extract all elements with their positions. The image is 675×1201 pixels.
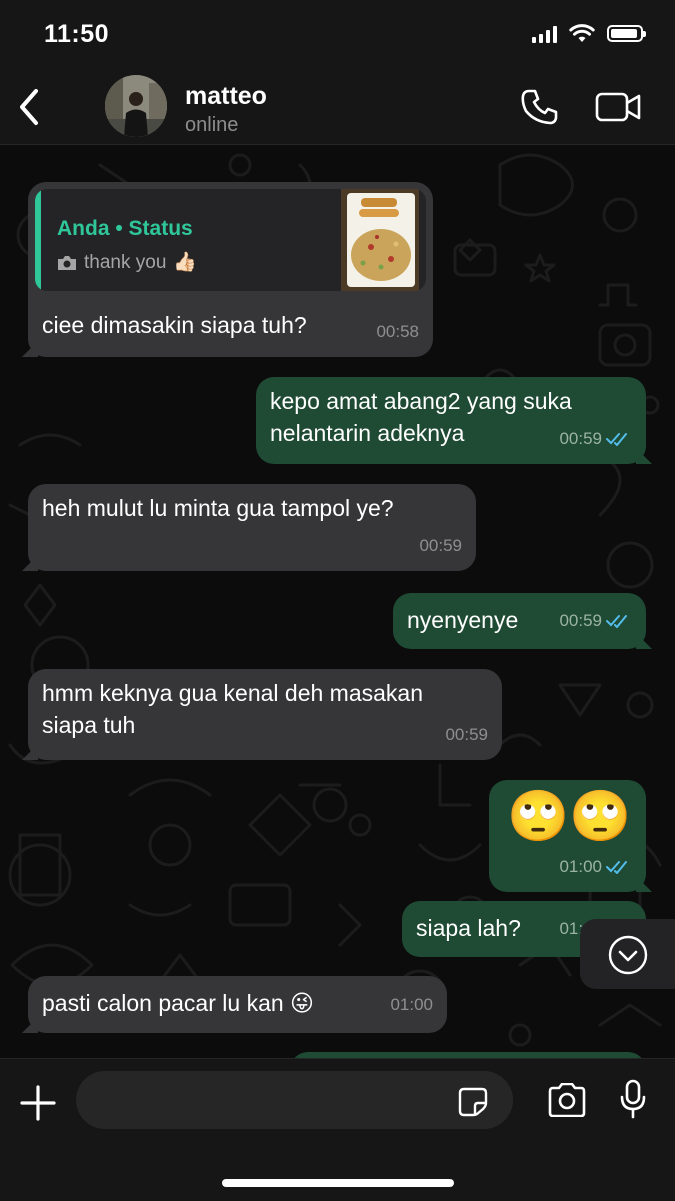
message-bubble-incoming[interactable]: Anda • Status thank you 👍🏻 ciee dimasaki…: [28, 182, 433, 357]
quote-caption-text: thank you: [84, 252, 167, 273]
contact-status: online: [185, 114, 239, 136]
camera-icon: [58, 256, 76, 270]
message-bubble-outgoing[interactable]: kepo amat abang2 yang suka nelantarin ad…: [256, 377, 646, 464]
chat-header: matteo online: [0, 70, 675, 145]
status-time: 11:50: [44, 20, 110, 48]
message-meta: 00:58: [376, 316, 419, 348]
read-receipt-icon: [606, 615, 627, 628]
microphone-button[interactable]: [620, 1079, 646, 1119]
message-time: 00:59: [559, 611, 602, 630]
thumbs-up-emoji: 👍🏻: [173, 252, 198, 273]
status-bar: 11:50: [0, 0, 675, 70]
message-meta: 00:59: [559, 423, 632, 455]
message-meta: 01:00: [390, 989, 433, 1021]
message-text: pasti calon pacar lu kan 😜: [42, 990, 315, 1016]
message-input[interactable]: [76, 1071, 513, 1129]
message-text: heh mulut lu minta gua tampol ye?: [42, 495, 394, 521]
scroll-to-bottom-button[interactable]: [580, 919, 675, 989]
message-meta: 00:59: [419, 530, 462, 562]
read-receipt-icon: [606, 861, 627, 874]
contact-name[interactable]: matteo: [185, 82, 267, 111]
message-time: 01:00: [559, 857, 602, 876]
chevron-down-circle-icon: [608, 935, 648, 975]
message-meta: 00:59: [559, 605, 632, 637]
message-bubble-incoming[interactable]: pasti calon pacar lu kan 😜 01:00: [28, 976, 447, 1033]
wifi-icon: [569, 24, 595, 42]
message-bubble-outgoing[interactable]: nyenyenye 00:59: [393, 593, 646, 649]
quoted-status-preview[interactable]: Anda • Status thank you 👍🏻: [35, 189, 426, 291]
message-emoji: 🙄🙄: [507, 788, 632, 844]
message-time: 00:59: [419, 536, 462, 555]
battery-icon: [607, 25, 646, 42]
message-text: hmm keknya gua kenal deh masakan siapa t…: [42, 680, 423, 738]
composer-bar: [0, 1058, 675, 1201]
message-time: 00:59: [559, 429, 602, 448]
back-button[interactable]: [14, 88, 44, 126]
message-text: ciee dimasakin siapa tuh?: [42, 312, 307, 338]
message-meta: 01:00: [559, 851, 632, 883]
contact-avatar[interactable]: [105, 75, 167, 137]
status-thumbnail-image: [341, 189, 419, 291]
cellular-signal-icon: [532, 25, 557, 43]
message-bubble-outgoing[interactable]: 🙄🙄 01:00: [489, 780, 646, 892]
message-time: 00:59: [445, 725, 488, 744]
voice-call-button[interactable]: [521, 89, 559, 125]
message-time: 01:00: [390, 995, 433, 1014]
message-list[interactable]: Anda • Status thank you 👍🏻 ciee dimasaki…: [0, 145, 675, 1058]
video-call-button[interactable]: [595, 91, 641, 123]
home-indicator: [222, 1179, 454, 1187]
quote-accent-bar: [35, 189, 41, 291]
message-time: 00:58: [376, 322, 419, 341]
read-receipt-icon: [606, 433, 627, 446]
avatar-photo-image: [105, 75, 167, 137]
status-icons: [532, 24, 646, 43]
attach-plus-button[interactable]: [20, 1085, 56, 1121]
camera-button[interactable]: [547, 1083, 587, 1117]
quote-caption: thank you 👍🏻: [57, 247, 197, 279]
message-bubble-incoming[interactable]: hmm keknya gua kenal deh masakan siapa t…: [28, 669, 502, 760]
quote-title: Anda • Status: [57, 217, 193, 240]
message-meta: 00:59: [445, 719, 488, 751]
message-bubble-incoming[interactable]: heh mulut lu minta gua tampol ye? 00:59: [28, 484, 476, 571]
sticker-button[interactable]: [458, 1087, 488, 1117]
